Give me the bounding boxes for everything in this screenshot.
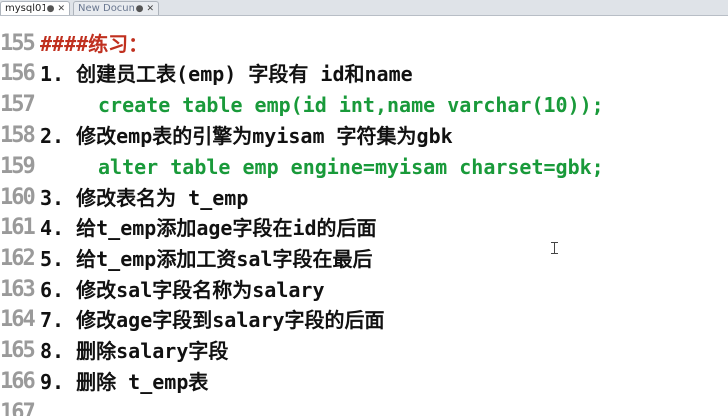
tab-bar: mysql01.md ● ✕ New Document ● ✕ bbox=[0, 0, 728, 16]
line-text: 5. 给t_emp添加工资sal字段在最后 bbox=[40, 247, 373, 271]
sql-text: alter table emp engine=myisam charset=gb… bbox=[98, 155, 604, 179]
tab-mysql01[interactable]: mysql01.md ● ✕ bbox=[0, 1, 70, 15]
line-number: 165 bbox=[0, 338, 36, 363]
editor-line: 155 ####练习： bbox=[0, 29, 728, 59]
tab-label: mysql01.md bbox=[5, 3, 45, 14]
editor-line: 163 6. 修改sal字段名称为salary bbox=[0, 275, 728, 305]
line-text: 7. 修改age字段到salary字段的后面 bbox=[40, 308, 385, 332]
editor-line: 165 8. 删除salary字段 bbox=[0, 336, 728, 366]
tab-label: New Document bbox=[78, 3, 134, 14]
editor-line: 158 2. 修改emp表的引擎为myisam 字符集为gbk bbox=[0, 121, 728, 151]
line-number: 163 bbox=[0, 277, 36, 302]
close-icon[interactable]: ✕ bbox=[57, 4, 65, 14]
line-number: 158 bbox=[0, 123, 36, 148]
heading-text: ####练习： bbox=[40, 32, 149, 56]
line-number: 167 bbox=[0, 400, 36, 416]
editor-line: 167 bbox=[0, 398, 728, 416]
editor-line: 156 1. 创建员工表(emp) 字段有 id和name bbox=[0, 59, 728, 89]
line-number: 164 bbox=[0, 307, 36, 332]
line-number: 162 bbox=[0, 246, 36, 271]
tab-new-document[interactable]: New Document ● ✕ bbox=[73, 1, 159, 15]
line-text: 1. 创建员工表(emp) 字段有 id和name bbox=[40, 62, 413, 86]
line-number: 166 bbox=[0, 369, 36, 394]
editor-area[interactable]: 155 ####练习： 156 1. 创建员工表(emp) 字段有 id和nam… bbox=[0, 16, 728, 416]
editor-line: 160 3. 修改表名为 t_emp bbox=[0, 183, 728, 213]
line-number: 161 bbox=[0, 215, 36, 240]
line-text: 4. 给t_emp添加age字段在id的后面 bbox=[40, 216, 377, 240]
line-text: 6. 修改sal字段名称为salary bbox=[40, 278, 325, 302]
editor-line: 164 7. 修改age字段到salary字段的后面 bbox=[0, 305, 728, 335]
line-number: 155 bbox=[0, 31, 36, 56]
modified-dot-icon: ● bbox=[135, 3, 144, 14]
editor-line: 157 create table emp(id int,name varchar… bbox=[0, 90, 728, 120]
close-icon[interactable]: ✕ bbox=[146, 4, 154, 14]
line-text: 3. 修改表名为 t_emp bbox=[40, 186, 249, 210]
line-text: 9. 删除 t_emp表 bbox=[40, 370, 209, 394]
editor-line: 161 4. 给t_emp添加age字段在id的后面 bbox=[0, 213, 728, 243]
editor-line: 166 9. 删除 t_emp表 bbox=[0, 367, 728, 397]
modified-dot-icon: ● bbox=[46, 3, 55, 14]
line-text: 8. 删除salary字段 bbox=[40, 339, 229, 363]
line-number: 157 bbox=[0, 92, 36, 117]
line-text: 2. 修改emp表的引擎为myisam 字符集为gbk bbox=[40, 124, 453, 148]
editor-line: 159 alter table emp engine=myisam charse… bbox=[0, 152, 728, 182]
line-number: 160 bbox=[0, 185, 36, 210]
line-number: 159 bbox=[0, 154, 36, 179]
editor-line: 162 5. 给t_emp添加工资sal字段在最后 bbox=[0, 244, 728, 274]
text-cursor-icon bbox=[551, 242, 559, 254]
sql-text: create table emp(id int,name varchar(10)… bbox=[98, 93, 604, 117]
line-number: 156 bbox=[0, 61, 36, 86]
